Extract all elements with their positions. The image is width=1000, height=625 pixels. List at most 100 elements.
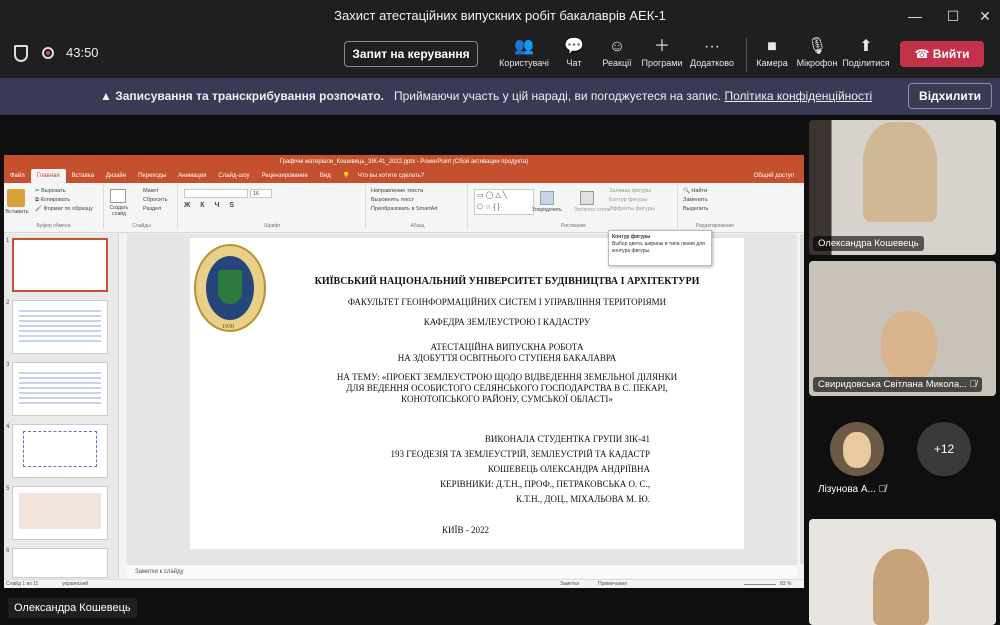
request-control-button[interactable]: Запит на керування (344, 41, 478, 67)
thumb-number: 3 (6, 362, 10, 368)
thumb-number: 2 (6, 300, 10, 306)
slide-work-type: АТЕСТАЦІЙНА ВИПУСКНА РОБОТА (430, 342, 584, 352)
tab-design[interactable]: Дизайн (100, 169, 132, 183)
share-icon: ⬆ (859, 38, 873, 55)
font-name-box[interactable] (184, 189, 248, 198)
apps-label: Програми (641, 58, 683, 68)
participant-tile[interactable]: Олександра Кошевець (809, 120, 996, 255)
new-slide-button[interactable]: Создать слайд (106, 205, 132, 217)
slide-thumb[interactable] (12, 486, 108, 540)
participant-avatar[interactable] (830, 422, 884, 476)
tab-slideshow[interactable]: Слайд-шоу (212, 169, 255, 183)
participant-video (863, 122, 937, 222)
format-label: Формат по образцу (43, 206, 93, 212)
leave-button[interactable]: ☎ Вийти (900, 41, 984, 67)
tab-animation[interactable]: Анимация (172, 169, 212, 183)
cut-button[interactable]: ✂ Вырезать (32, 187, 93, 196)
tab-view[interactable]: Вид (314, 169, 337, 183)
ppt-share[interactable]: Общий доступ (748, 169, 800, 183)
minimize-button[interactable]: — (898, 0, 932, 32)
slide-topic-1: НА ТЕМУ: «ПРОЕКТ ЗЕМЛЕУСТРОЮ ЩОДО ВІДВЕД… (336, 372, 678, 382)
participant-tile[interactable]: Свиридовська Світлана Микола... 🎙̸ (809, 261, 996, 396)
tab-insert[interactable]: Вставка (66, 169, 100, 183)
find-button[interactable]: 🔍 Найти (680, 187, 708, 196)
replace-button[interactable]: Заменить (680, 196, 708, 205)
tab-home[interactable]: Главная (30, 169, 66, 183)
copy-button[interactable]: ⧉ Копировать (32, 196, 93, 205)
paste-icon (7, 189, 25, 207)
maximize-button[interactable]: ☐ (936, 0, 970, 32)
reactions-label: Реакції (602, 58, 632, 68)
font-style-buttons[interactable]: Ж К Ч S (184, 202, 238, 209)
shape-outline-button[interactable]: Контур фигуры (606, 196, 655, 205)
apps-button[interactable]: ＋ Програми (634, 36, 690, 76)
slide-author-3: КОШЕВЕЦЬ ОЛЕКСАНДРА АНДРІЇВНА (487, 464, 650, 474)
text-direction-button[interactable]: Направление текста (368, 187, 438, 196)
presenter-name-tag: Олександра Кошевець (8, 598, 137, 618)
current-slide[interactable]: 1930 КИЇВСЬКИЙ НАЦІОНАЛЬНИЙ УНІВЕРСИТЕТ … (190, 238, 744, 549)
paste-button[interactable]: Вставить (4, 209, 30, 215)
slide-supervisor-2: К.Т.Н., ДОЦ., МІХАЛЬОВА М. Ю. (516, 494, 650, 504)
section-button[interactable]: Раздел (140, 205, 167, 214)
notes-toggle[interactable]: Заметки (560, 580, 579, 588)
ribbon-paragraph: Направление текста Выровнять текст Преоб… (368, 185, 468, 229)
participant-video (881, 311, 937, 381)
notes-pane[interactable]: Заметки к слайду (127, 564, 797, 578)
slide-thumb[interactable] (12, 424, 108, 478)
shapes-gallery[interactable]: ▭ ◯ △ ╲ ⬠ ☆ { } (474, 189, 534, 215)
privacy-link[interactable]: Політика конфіденційності (724, 89, 872, 103)
arrange-button[interactable]: Упорядочить (532, 207, 562, 213)
tell-me-search[interactable]: 💡 Что вы хотите сделать? (337, 169, 436, 183)
editing-group-label: Редактирование (695, 223, 735, 229)
slide-thumb[interactable] (12, 300, 108, 354)
thumb-number: 6 (6, 548, 10, 554)
layout-button[interactable]: Макет (140, 187, 167, 196)
comments-toggle[interactable]: Примечания (598, 580, 627, 588)
window-title: Захист атестаційних випускних робіт бака… (334, 8, 666, 23)
slide-thumb[interactable] (12, 238, 108, 292)
close-window-button[interactable]: ✕ (968, 0, 1000, 32)
slide-thumb[interactable] (12, 362, 108, 416)
warning-icon: ▲ (100, 89, 116, 103)
select-button[interactable]: Выделить (680, 205, 708, 214)
reset-button[interactable]: Сбросить (140, 196, 167, 205)
participant-video (873, 549, 929, 625)
smartart-button[interactable]: Преобразовать в SmartArt (368, 205, 438, 214)
people-button[interactable]: 👥 Користувачі (496, 36, 552, 76)
tooltip-title: Контур фигуры (612, 234, 651, 240)
zoom-slider[interactable] (744, 584, 776, 585)
participant-tile[interactable] (809, 519, 996, 625)
share-button[interactable]: ⬆ Поділитися (838, 36, 894, 76)
thumb-number: 5 (6, 486, 10, 492)
shape-effects-button[interactable]: Эффекты фигуры (606, 205, 655, 214)
align-text-button[interactable]: Выровнять текст (368, 196, 438, 205)
paragraph-group-label: Абзац (410, 223, 425, 229)
more-button[interactable]: ··· Додатково (684, 36, 740, 76)
more-participants-button[interactable]: +12 (917, 422, 971, 476)
ppt-status-bar: Слайд 1 из 11 украинский Заметки Примеча… (4, 579, 804, 588)
recording-icon (42, 47, 54, 59)
tab-review[interactable]: Рецензирование (256, 169, 314, 183)
format-painter-button[interactable]: 🖌 Формат по образцу (32, 205, 93, 214)
mic-button[interactable]: 🎙 Мікрофон (789, 36, 845, 76)
shared-screen: Графічні матеріали_Кошевець_ЗІК-41_2022.… (4, 155, 804, 588)
dismiss-button[interactable]: Відхилити (908, 83, 992, 109)
tab-file[interactable]: Файл (4, 169, 31, 183)
zoom-level: 83 % (780, 581, 792, 587)
font-group-label: Шрифт (264, 223, 281, 229)
participant-name: Олександра Кошевець (813, 236, 924, 251)
tab-transitions[interactable]: Переходы (132, 169, 172, 183)
more-label: Додатково (690, 58, 734, 68)
leave-label: Вийти (932, 47, 970, 61)
slide-thumb[interactable] (12, 548, 108, 578)
new-slide-icon (110, 189, 126, 203)
slides-group-label: Слайды (132, 223, 151, 229)
ribbon-font: 16 Ж К Ч S Шрифт (180, 185, 366, 229)
slide-scrollbar[interactable] (800, 234, 804, 564)
slide-author-2: 193 ГЕОДЕЗІЯ ТА ЗЕМЛЕУСТРІЙ, ЗЕМЛЕУСТРІЙ… (390, 449, 650, 459)
emblem-inner (206, 256, 254, 320)
thumb-number: 4 (6, 424, 10, 430)
find-label: Найти (691, 188, 708, 194)
font-size-box[interactable]: 16 (250, 189, 272, 198)
shape-fill-button[interactable]: Заливка фигуры (606, 187, 655, 196)
